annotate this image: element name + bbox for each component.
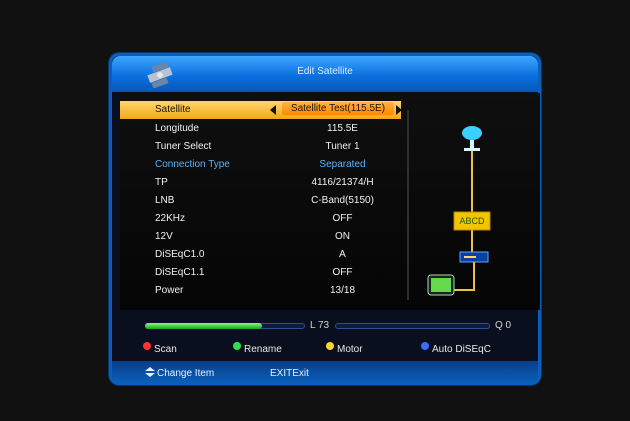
setting-connection-type[interactable]: Connection Type Separated [120, 156, 401, 174]
setting-value: 115.5E [327, 123, 358, 134]
setting-label: Power [155, 285, 184, 296]
up-down-arrows-icon [145, 367, 155, 377]
diseqc-switch-icon: ABCD [453, 211, 491, 231]
connection-line [452, 262, 475, 291]
setting-label: TP [155, 177, 168, 188]
signal-level-label: L 73 [310, 320, 330, 331]
setting-value: Separated [319, 159, 366, 170]
red-button-icon[interactable] [143, 342, 151, 350]
setting-label: DiSEqC1.1 [155, 267, 205, 278]
setting-value: A [339, 249, 346, 260]
setting-22khz[interactable]: 22KHz OFF [120, 210, 401, 228]
green-button-icon[interactable] [233, 342, 241, 350]
panel-divider [407, 110, 409, 300]
receiver-icon [459, 251, 489, 263]
footer-help: Change Item EXITExit [112, 361, 538, 383]
setting-lnb[interactable]: LNB C-Band(5150) [120, 192, 401, 210]
setting-label: 22KHz [155, 213, 186, 224]
setting-label: LNB [155, 195, 175, 206]
setting-value: 13/18 [329, 285, 356, 296]
setting-label: Tuner Select [155, 141, 212, 152]
signal-meter: L 73 Q 0 [145, 319, 520, 335]
signal-quality-track [335, 323, 490, 329]
setting-tp[interactable]: TP 4116/21374/H [120, 174, 401, 192]
setting-label: Connection Type [155, 159, 230, 170]
yellow-button-icon[interactable] [326, 342, 334, 350]
left-arrow-icon[interactable] [270, 105, 276, 115]
color-key-legend: Scan Rename Motor Auto DiSEqC [118, 340, 536, 362]
setting-label: Satellite [155, 104, 191, 115]
setting-diseqc10[interactable]: DiSEqC1.0 A [120, 246, 401, 264]
exit-text: Exit [292, 368, 309, 379]
blue-key-label: Auto DiSEqC [432, 344, 491, 355]
green-key-label: Rename [244, 344, 282, 355]
right-arrow-icon[interactable] [396, 105, 402, 115]
setting-value: C-Band(5150) [311, 195, 374, 206]
connection-diagram: ABCD [427, 126, 491, 296]
setting-diseqc11[interactable]: DiSEqC1.1 OFF [120, 264, 401, 282]
setting-12v[interactable]: 12V ON [120, 228, 401, 246]
setting-power[interactable]: Power 13/18 [120, 282, 401, 300]
setting-satellite[interactable]: Satellite Satellite Test(115.5E) [120, 101, 402, 119]
setting-label: Longitude [155, 123, 199, 134]
tv-icon [427, 274, 455, 296]
window-title: Edit Satellite [297, 66, 353, 77]
setting-value: 4116/21374/H [311, 177, 374, 188]
setting-label: 12V [155, 231, 173, 242]
window-header: Edit Satellite [112, 56, 538, 92]
setting-value: ON [335, 231, 350, 242]
signal-quality-label: Q 0 [495, 320, 512, 331]
setting-longitude[interactable]: Longitude 115.5E [120, 120, 401, 138]
change-item-hint: Change Item [157, 368, 215, 379]
exit-key: EXIT [270, 368, 293, 379]
setting-value: Satellite Test(115.5E) [282, 102, 394, 115]
setting-value: OFF [332, 213, 353, 224]
satellite-dish-icon [462, 126, 482, 151]
setting-value: Tuner 1 [325, 141, 360, 152]
red-key-label: Scan [154, 344, 177, 355]
yellow-key-label: Motor [337, 344, 363, 355]
setting-label: DiSEqC1.0 [155, 249, 205, 260]
diseqc-letters: ABCD [459, 216, 485, 226]
setting-tuner-select[interactable]: Tuner Select Tuner 1 [120, 138, 401, 156]
setting-value: OFF [332, 267, 353, 278]
signal-level-fill [145, 323, 262, 329]
exit-key-label: EXITExit [270, 368, 309, 379]
blue-button-icon[interactable] [421, 342, 429, 350]
